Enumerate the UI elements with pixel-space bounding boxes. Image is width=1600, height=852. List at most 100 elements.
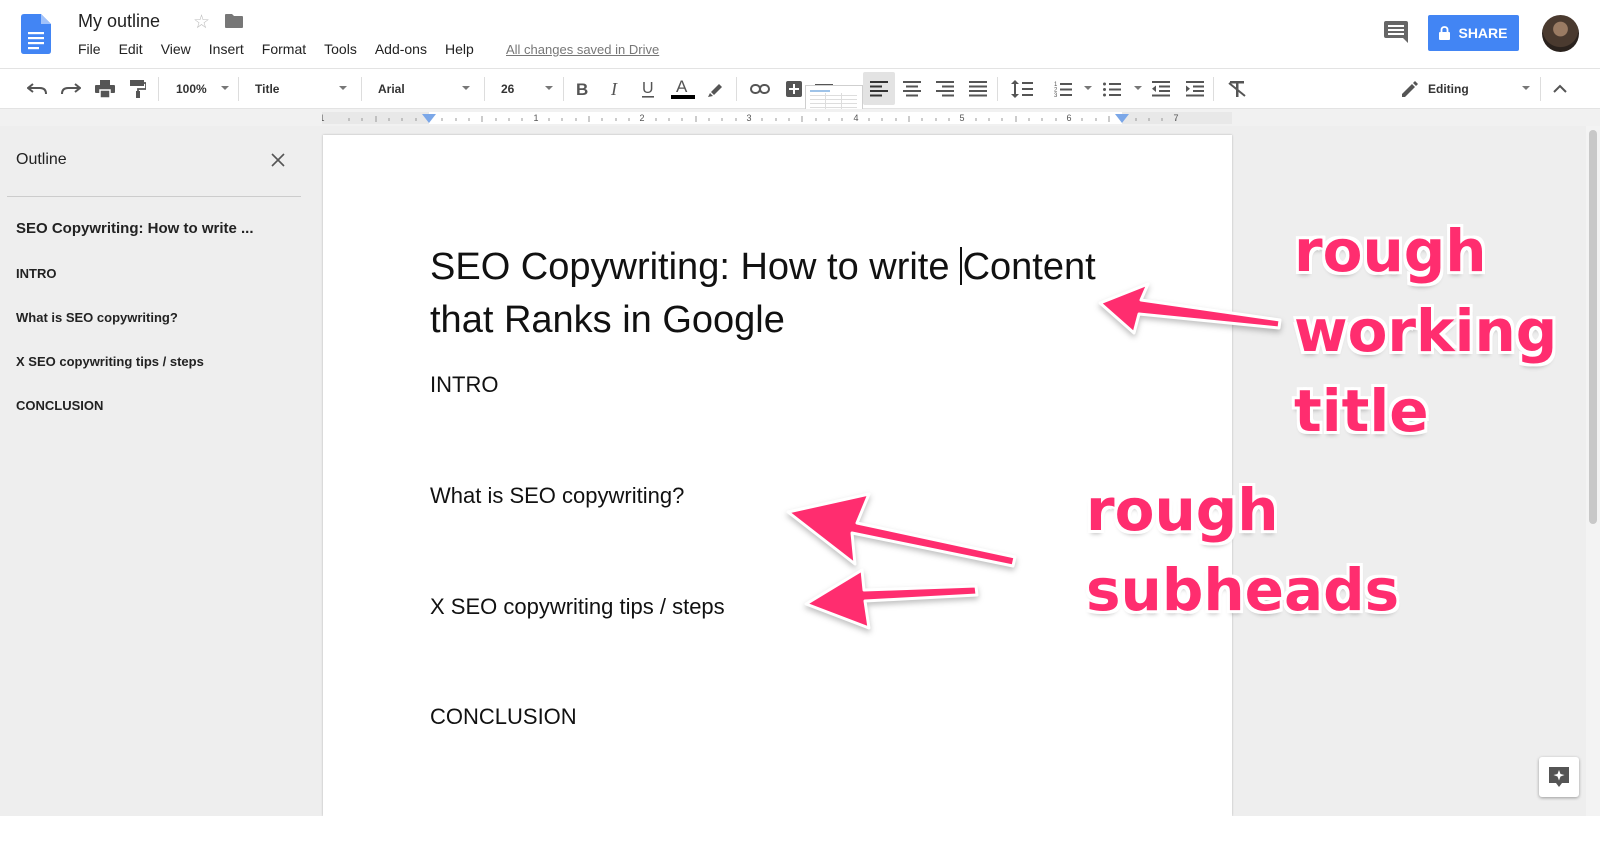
- outline-item[interactable]: SEO Copywriting: How to write ...: [16, 220, 254, 237]
- title-text-line-2: that Ranks in Google: [430, 299, 785, 341]
- print-icon[interactable]: [95, 69, 115, 108]
- svg-text:A: A: [676, 78, 688, 96]
- star-icon[interactable]: ☆: [193, 11, 210, 34]
- align-left-icon[interactable]: [870, 69, 888, 108]
- underline-icon[interactable]: U: [641, 69, 655, 108]
- ruler[interactable]: 1 1 2 3 4 5 6 7: [0, 109, 1600, 126]
- font-value: Arial: [378, 81, 405, 96]
- folder-icon[interactable]: [225, 14, 243, 28]
- toolbar-separator: [238, 77, 239, 101]
- insert-comment-icon[interactable]: [786, 69, 802, 108]
- outline-item[interactable]: CONCLUSION: [16, 398, 103, 413]
- explore-button[interactable]: [1539, 757, 1579, 797]
- text-cursor: [960, 247, 962, 285]
- redo-icon[interactable]: [61, 69, 81, 108]
- toolbar-separator: [361, 77, 362, 101]
- svg-text:I: I: [610, 81, 618, 97]
- menu-tools[interactable]: Tools: [324, 41, 357, 57]
- outline-item[interactable]: What is SEO copywriting?: [16, 310, 178, 325]
- line-spacing-icon[interactable]: [1011, 69, 1033, 108]
- paint-format-icon[interactable]: [130, 69, 146, 108]
- ruler-number: 5: [959, 113, 964, 123]
- font-size-value: 26: [501, 81, 515, 96]
- paragraph-style-select[interactable]: Title: [255, 69, 279, 108]
- numbered-list-chevron-down-icon[interactable]: [1084, 86, 1092, 90]
- zoom-select[interactable]: 100%: [176, 69, 207, 108]
- font-chevron-down-icon: [462, 86, 470, 90]
- vertical-scrollbar[interactable]: [1586, 126, 1600, 816]
- numbered-list-icon[interactable]: 123: [1054, 69, 1072, 108]
- align-right-icon[interactable]: [936, 69, 954, 108]
- comments-icon[interactable]: [1384, 21, 1408, 43]
- title-text-after-cursor: Content: [962, 246, 1096, 288]
- menu-file[interactable]: File: [78, 41, 101, 57]
- insert-link-icon[interactable]: [750, 69, 770, 108]
- undo-icon[interactable]: [27, 69, 47, 108]
- document-paragraph[interactable]: X SEO copywriting tips / steps: [430, 594, 725, 620]
- collapse-chevron-up-icon[interactable]: [1553, 69, 1567, 108]
- toolbar-separator: [1213, 77, 1214, 101]
- menu-add-ons[interactable]: Add-ons: [375, 41, 427, 57]
- annotation-title-note: rough working title: [1294, 211, 1557, 451]
- ruler-number: 1: [533, 113, 538, 123]
- share-button[interactable]: SHARE: [1428, 15, 1519, 51]
- bottom-strip: [0, 816, 1600, 852]
- document-paragraph[interactable]: INTRO: [430, 372, 498, 398]
- svg-text:B: B: [576, 81, 588, 97]
- annotation-subhead-note: rough subheads: [1086, 470, 1399, 630]
- ruler-number: 7: [1173, 113, 1178, 123]
- svg-text:U: U: [642, 80, 654, 97]
- ruler-number: 2: [639, 113, 644, 123]
- svg-text:3: 3: [1054, 93, 1058, 97]
- ruler-scale: 1 1 2 3 4 5 6 7: [322, 112, 1232, 124]
- font-size-chevron-down-icon: [545, 86, 553, 90]
- clear-formatting-icon[interactable]: [1228, 69, 1246, 108]
- ruler-number: 4: [853, 113, 858, 123]
- toolbar-separator: [1540, 77, 1541, 101]
- highlight-color-icon[interactable]: [708, 69, 724, 108]
- scrollbar-thumb[interactable]: [1589, 130, 1597, 524]
- bulleted-list-chevron-down-icon[interactable]: [1134, 86, 1142, 90]
- align-center-icon[interactable]: [903, 69, 921, 108]
- google-docs-logo-icon[interactable]: [21, 14, 51, 54]
- menu-edit[interactable]: Edit: [119, 41, 143, 57]
- document-title-heading[interactable]: SEO Copywriting: How to write Content th…: [430, 241, 1130, 347]
- ruler-number: 3: [746, 113, 751, 123]
- text-color-icon[interactable]: A: [671, 69, 695, 108]
- decrease-indent-icon[interactable]: [1152, 69, 1170, 108]
- outline-item[interactable]: X SEO copywriting tips / steps: [16, 354, 204, 369]
- bold-icon[interactable]: B: [575, 69, 589, 108]
- outline-panel-title: Outline: [16, 151, 67, 168]
- menu-insert[interactable]: Insert: [209, 41, 244, 57]
- ruler-number: 6: [1066, 113, 1071, 123]
- annotation-word: subheads: [1086, 556, 1400, 624]
- menu-format[interactable]: Format: [262, 41, 306, 57]
- style-chevron-down-icon: [339, 86, 347, 90]
- document-paragraph[interactable]: CONCLUSION: [430, 704, 577, 730]
- toolbar-separator: [736, 77, 737, 101]
- toolbar-separator: [997, 77, 998, 101]
- mode-chevron-down-icon: [1522, 86, 1530, 90]
- document-paragraph[interactable]: What is SEO copywriting?: [430, 483, 684, 509]
- close-icon[interactable]: [270, 152, 286, 168]
- italic-icon[interactable]: I: [609, 69, 623, 108]
- toolbar-separator: [484, 77, 485, 101]
- explore-icon: [1549, 767, 1569, 787]
- menu-view[interactable]: View: [161, 41, 191, 57]
- increase-indent-icon[interactable]: [1186, 69, 1204, 108]
- font-size-select[interactable]: 26: [501, 69, 514, 108]
- mode-select[interactable]: Editing: [1402, 69, 1469, 108]
- annotation-word: title: [1294, 377, 1429, 445]
- document-title[interactable]: My outline: [78, 11, 160, 32]
- save-status-link[interactable]: All changes saved in Drive: [506, 42, 659, 57]
- bulleted-list-icon[interactable]: [1103, 69, 1121, 108]
- align-justify-icon[interactable]: [969, 69, 987, 108]
- font-select[interactable]: Arial: [378, 69, 405, 108]
- menu-help[interactable]: Help: [445, 41, 474, 57]
- outline-item[interactable]: INTRO: [16, 266, 56, 281]
- formatting-toolbar: 100% Title Arial 26 B I U A 1 2 3 Editin…: [0, 68, 1600, 123]
- lock-icon: [1439, 26, 1451, 40]
- user-avatar[interactable]: [1542, 15, 1579, 52]
- annotation-word: rough: [1086, 476, 1279, 544]
- title-text-before-cursor: SEO Copywriting: How to write: [430, 246, 961, 288]
